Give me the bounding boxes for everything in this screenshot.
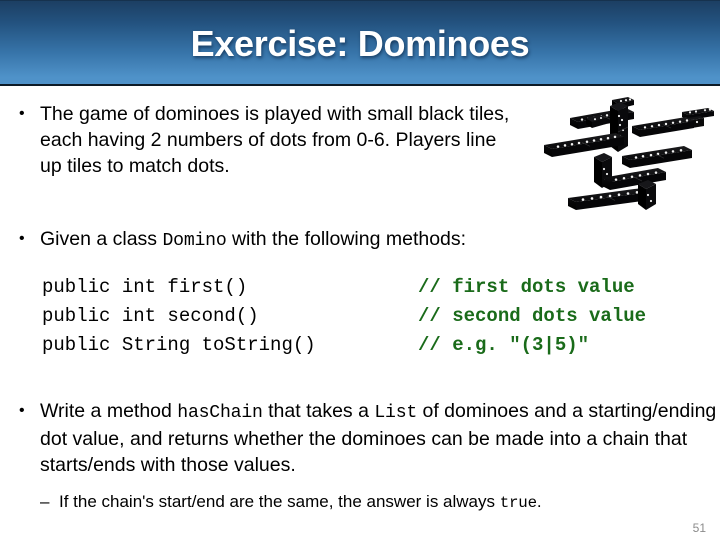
dash-marker-icon: – (40, 492, 50, 511)
sub-bullet-item: – If the chain's start/end are the same,… (40, 490, 710, 515)
bullet-2-prefix: Given a class (40, 228, 163, 250)
bullet-item-3: • Write a method hasChain that takes a L… (19, 398, 719, 478)
bullet-text-1: The game of dominoes is played with smal… (40, 103, 510, 177)
method-comment-first: // first dots value (418, 276, 635, 298)
code-row: public int second() // second dots value (42, 305, 702, 334)
code-row: public String toString() // e.g. "(3|5)" (42, 334, 702, 363)
bullet-item-1: • The game of dominoes is played with sm… (19, 101, 519, 179)
bullet-2-suffix: with the following methods: (226, 228, 467, 250)
method-comment-tostring: // e.g. "(3|5)" (418, 334, 590, 356)
method-signature-first: public int first() (42, 276, 248, 298)
page-number: 51 (692, 521, 706, 535)
bullet-marker-icon: • (19, 402, 25, 419)
bullet-3-part2: that takes a (262, 400, 375, 422)
type-name-list: List (374, 403, 418, 423)
page-title: Exercise: Dominoes (190, 23, 530, 64)
sub-bullet-part2: . (536, 492, 542, 511)
sub-bullet-text: If the chain's start/end are the same, t… (40, 490, 710, 515)
code-block: public int first() // first dots value p… (42, 276, 702, 363)
literal-true: true (499, 494, 537, 512)
bullet-marker-icon: • (19, 105, 25, 122)
sub-bullet-part1: If the chain's start/end are the same, t… (59, 492, 500, 511)
dominoes-photo (540, 88, 718, 218)
method-signature-second: public int second() (42, 305, 259, 327)
slide: Exercise: Dominoes • The game of dominoe… (0, 0, 720, 540)
method-name-haschain: hasChain (177, 403, 263, 423)
method-signature-tostring: public String toString() (42, 334, 316, 356)
class-name-domino: Domino (162, 231, 227, 251)
bullet-text-3: Write a method hasChain that takes a Lis… (19, 398, 719, 478)
dominoes-illustration-icon (540, 88, 718, 218)
bullet-3-part1: Write a method (40, 400, 178, 422)
bullet-text-2: Given a class Domino with the following … (19, 226, 619, 254)
bullet-marker-icon: • (19, 230, 25, 247)
bullet-item-2: • Given a class Domino with the followin… (19, 226, 619, 254)
slide-title-bar: Exercise: Dominoes (0, 0, 720, 86)
code-row: public int first() // first dots value (42, 276, 702, 305)
method-comment-second: // second dots value (418, 305, 647, 327)
